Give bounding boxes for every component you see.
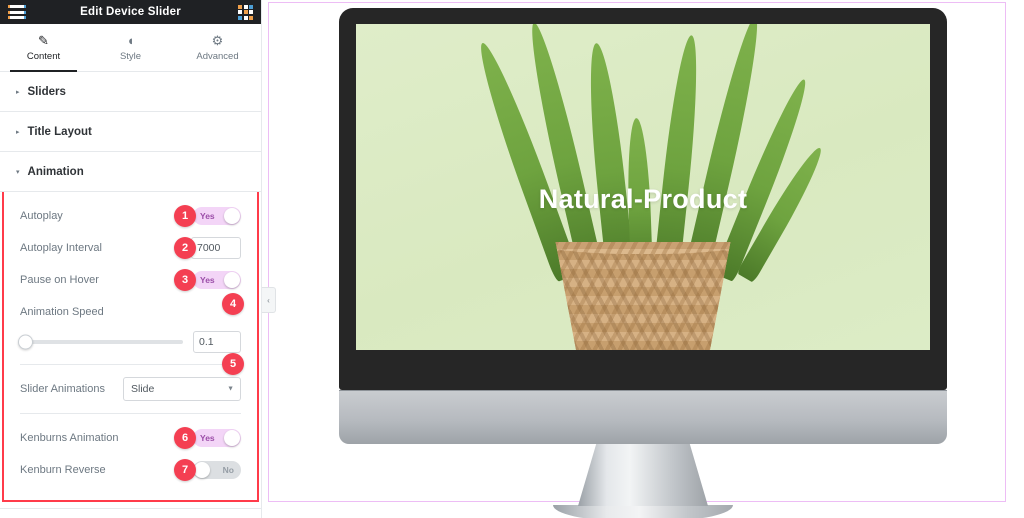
step-badge-2: 2 xyxy=(174,237,196,259)
contrast-icon: ◖ xyxy=(126,32,135,48)
autoplay-toggle[interactable]: Yes xyxy=(193,207,241,225)
apps-grid-icon[interactable] xyxy=(238,4,253,20)
row-slider-animations: 5 Slider Animations Slide ▼ xyxy=(4,353,257,405)
section-title-layout[interactable]: ▸ Title Layout xyxy=(0,112,261,152)
step-badge-7: 7 xyxy=(174,459,196,481)
pause-on-hover-label: Pause on Hover xyxy=(20,274,99,286)
monitor-stand-base xyxy=(553,505,733,518)
pencil-icon: ✎ xyxy=(38,32,49,48)
row-kenburns-animation: Kenburns Animation 6 Yes xyxy=(4,422,257,454)
row-animation-speed-label: Animation Speed 4 xyxy=(4,293,257,328)
autoplay-interval-label: Autoplay Interval xyxy=(20,242,102,254)
step-badge-4: 4 xyxy=(222,293,244,315)
tab-content[interactable]: ✎ Content xyxy=(0,24,87,72)
section-animation-label: Animation xyxy=(27,165,84,178)
kenburn-reverse-label: Kenburn Reverse xyxy=(20,464,106,476)
autoplay-interval-input[interactable] xyxy=(191,237,241,259)
step-badge-3: 3 xyxy=(174,269,196,291)
monitor-bezel: Natural-Product xyxy=(339,8,947,390)
divider xyxy=(20,364,241,365)
chevron-right-icon: ▸ xyxy=(16,128,20,136)
gear-icon: ⚙ xyxy=(211,32,224,48)
animation-speed-slider[interactable] xyxy=(18,334,183,350)
kenburn-reverse-toggle-label: No xyxy=(222,465,234,475)
panel-collapse-handle[interactable]: ‹ xyxy=(262,287,276,313)
slider-screen[interactable]: Natural-Product xyxy=(356,24,930,350)
row-pause-on-hover: Pause on Hover 3 Yes xyxy=(4,264,257,296)
row-autoplay: Autoplay 1 Yes xyxy=(4,200,257,232)
section-sliders[interactable]: ▸ Sliders xyxy=(0,72,261,112)
section-notation[interactable]: ▸ Notation NEW 🗎 xyxy=(0,508,261,518)
kenburn-reverse-toggle[interactable]: No xyxy=(193,461,241,479)
kenburns-animation-toggle-label: Yes xyxy=(200,433,215,443)
hamburger-icon[interactable] xyxy=(8,5,26,19)
toggle-knob xyxy=(194,462,210,478)
toggle-knob xyxy=(224,208,240,224)
step-badge-5: 5 xyxy=(222,353,244,375)
slide-title: Natural-Product xyxy=(538,184,748,214)
chevron-right-icon: ▸ xyxy=(16,88,20,96)
section-animation[interactable]: ▾ Animation xyxy=(0,152,261,192)
chevron-left-icon: ‹ xyxy=(267,295,270,305)
tab-content-label: Content xyxy=(26,51,61,62)
kenburns-animation-toggle[interactable]: Yes xyxy=(193,429,241,447)
slider-animations-label: Slider Animations xyxy=(20,383,105,395)
animation-speed-input[interactable] xyxy=(193,331,241,353)
plant-pot xyxy=(550,242,736,350)
row-autoplay-interval: Autoplay Interval 2 xyxy=(4,232,257,264)
desktop-monitor: Natural-Product xyxy=(339,8,947,518)
pause-on-hover-toggle[interactable]: Yes xyxy=(193,271,241,289)
animation-speed-label: Animation Speed xyxy=(20,306,104,318)
row-kenburn-reverse: Kenburn Reverse 7 No xyxy=(4,454,257,486)
woven-basket xyxy=(555,242,731,350)
monitor-chin xyxy=(339,390,947,444)
toggle-knob xyxy=(224,430,240,446)
tab-style[interactable]: ◖ Style xyxy=(87,24,174,71)
tab-advanced-label: Advanced xyxy=(196,51,239,62)
chevron-down-icon: ▾ xyxy=(16,168,20,176)
slider-animations-select-wrap: Slide ▼ xyxy=(123,377,241,401)
tab-style-label: Style xyxy=(119,51,142,62)
panel-header: Edit Device Slider xyxy=(0,0,261,24)
panel-tabs: ✎ Content ◖ Style ⚙ Advanced xyxy=(0,24,261,72)
animation-settings-group: Autoplay 1 Yes Autoplay Interval 2 Pause… xyxy=(2,192,259,502)
app-root: Edit Device Slider ✎ Content ◖ Style ⚙ A… xyxy=(0,0,1024,518)
step-badge-1: 1 xyxy=(174,205,196,227)
tab-advanced[interactable]: ⚙ Advanced xyxy=(174,24,261,71)
row-animation-speed-slider xyxy=(4,328,257,356)
divider xyxy=(20,413,241,414)
autoplay-toggle-label: Yes xyxy=(200,211,215,221)
toggle-knob xyxy=(224,272,240,288)
editor-panel: Edit Device Slider ✎ Content ◖ Style ⚙ A… xyxy=(0,0,262,518)
device-preview: Natural-Product xyxy=(262,0,1024,518)
slider-thumb[interactable] xyxy=(18,334,33,350)
slider-animations-select[interactable]: Slide xyxy=(123,377,241,401)
section-title-layout-label: Title Layout xyxy=(27,125,92,138)
kenburns-animation-label: Kenburns Animation xyxy=(20,432,119,444)
autoplay-label: Autoplay xyxy=(20,210,63,222)
step-badge-6: 6 xyxy=(174,427,196,449)
monitor-stand-neck xyxy=(578,444,708,506)
section-sliders-label: Sliders xyxy=(27,85,66,98)
page-title: Edit Device Slider xyxy=(80,6,181,18)
pause-on-hover-toggle-label: Yes xyxy=(200,275,215,285)
